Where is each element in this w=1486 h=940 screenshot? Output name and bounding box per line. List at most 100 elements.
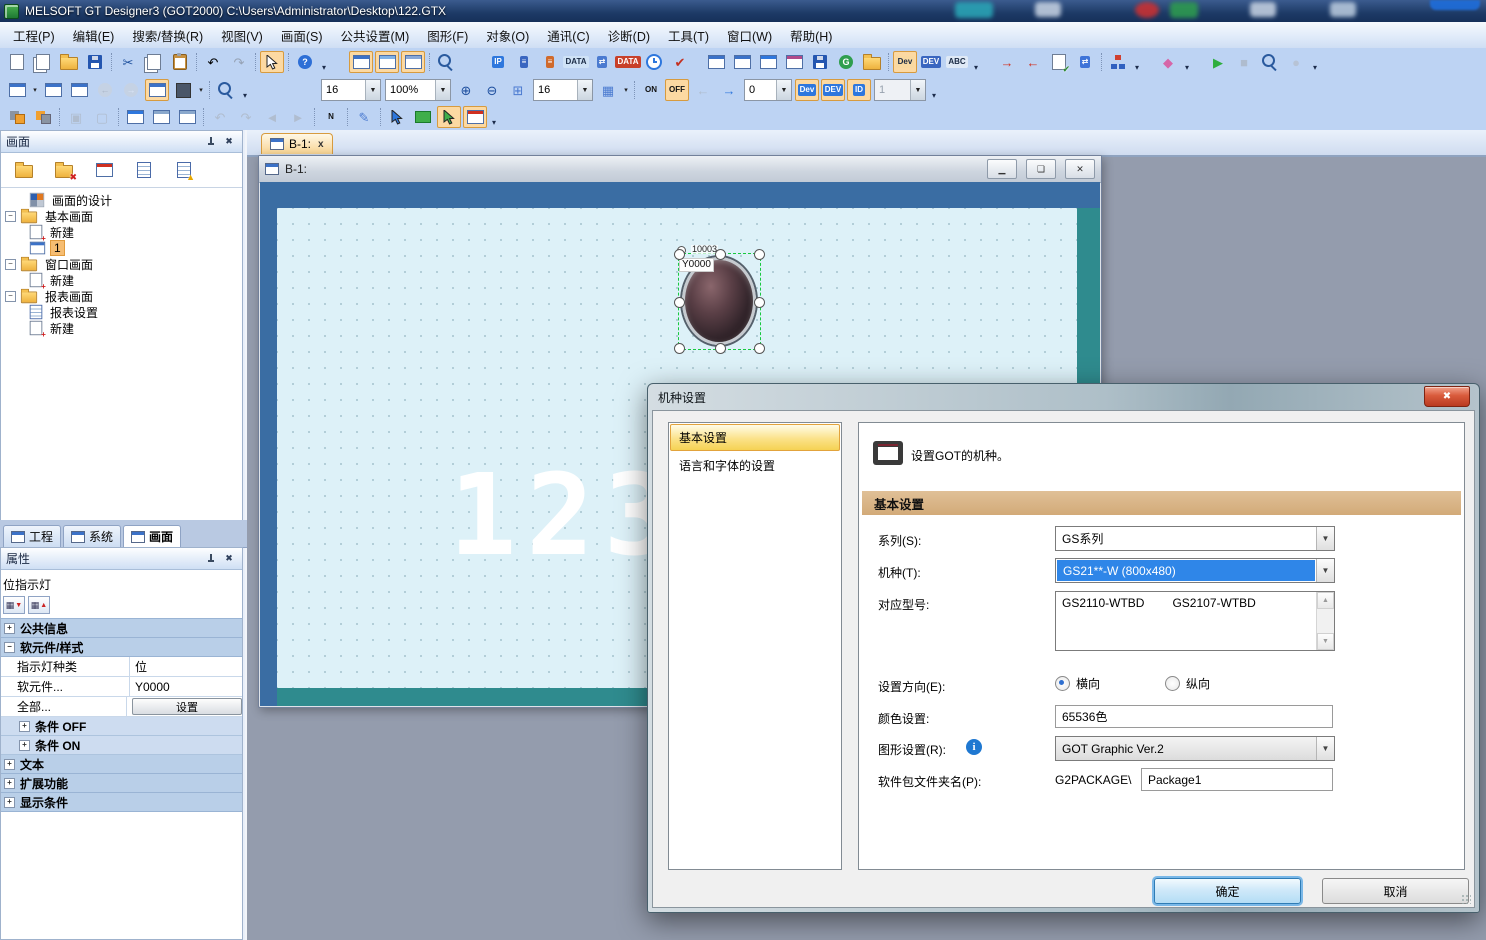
back-layer-icon[interactable]	[31, 106, 55, 128]
cancel-button[interactable]: 取消	[1322, 878, 1469, 904]
screen-property-icon[interactable]	[401, 51, 425, 73]
property-section-软元件/样式[interactable]: −软元件/样式	[1, 638, 242, 657]
menu-工具T[interactable]: 工具(T)	[659, 23, 718, 48]
expander-icon[interactable]: +	[19, 740, 30, 751]
dock-tab-系统[interactable]: 系统	[63, 525, 121, 547]
font-size-combo[interactable]: 16▼	[321, 79, 381, 101]
select-object-icon[interactable]	[411, 106, 435, 128]
nav-item-language-font[interactable]: 语言和字体的设置	[670, 452, 840, 479]
verify-got-icon[interactable]: ✔	[1047, 51, 1071, 73]
state-on-button[interactable]: ON	[639, 79, 663, 101]
property-section-公共信息[interactable]: +公共信息	[1, 619, 242, 638]
window-tile-icon[interactable]	[730, 51, 754, 73]
undo-icon[interactable]: ↶	[201, 51, 225, 73]
graphic-setting-combo[interactable]: GOT Graphic Ver.2 ▼	[1055, 736, 1335, 761]
screen-open-icon[interactable]	[41, 79, 65, 101]
menu-诊断D[interactable]: 诊断(D)	[599, 23, 659, 48]
dock-tab-画面[interactable]: 画面	[123, 525, 181, 547]
text-display-mode-icon[interactable]: ABC	[945, 51, 969, 73]
tree-item-新建[interactable]: +新建	[1, 272, 242, 288]
toolbar-overflow-icon[interactable]: ▾	[1132, 52, 1142, 72]
state-combo[interactable]: 0▼	[744, 79, 792, 101]
data-transfer-icon[interactable]: ⇄	[590, 51, 614, 73]
property-value[interactable]: Y0000	[130, 677, 242, 696]
toolbar-overflow-icon[interactable]: ▾	[929, 80, 939, 100]
simulator-settings-icon[interactable]	[1258, 51, 1282, 73]
resize-handle-n[interactable]	[715, 249, 726, 260]
radio-selected-icon[interactable]	[1055, 676, 1070, 691]
toolbar-overflow-icon[interactable]: ▾	[971, 52, 981, 72]
model-combo[interactable]: GS21**-W (800x480) ▼	[1055, 558, 1335, 583]
screen-image-icon[interactable]	[214, 79, 238, 101]
screen-preview-icon[interactable]	[145, 79, 169, 101]
tree-item-新建[interactable]: +新建	[1, 320, 242, 336]
label-display-button[interactable]: DEV	[821, 79, 845, 101]
delete-screen-icon[interactable]: ✖	[50, 157, 78, 183]
ip-address-list-icon[interactable]: IP	[486, 51, 510, 73]
dialog-titlebar[interactable]: 机种设置	[648, 384, 1479, 410]
screen-alarm-icon[interactable]: ▲	[170, 157, 198, 183]
compatible-models-list[interactable]: GS2110-WTBD GS2107-WTBD ▲ ▼	[1055, 591, 1335, 651]
device-display-mode-icon[interactable]: Dev	[893, 51, 917, 73]
device-use-list-icon[interactable]: ≡	[538, 51, 562, 73]
menu-视图V[interactable]: 视图(V)	[212, 23, 272, 48]
set-button[interactable]: 设置	[132, 698, 242, 715]
resize-handle-ne[interactable]	[754, 249, 765, 260]
property-value[interactable]: 设置	[127, 697, 242, 716]
expander-icon[interactable]: +	[4, 623, 15, 634]
tree-item-1[interactable]: 1	[1, 240, 242, 256]
radio-icon[interactable]	[1165, 676, 1180, 691]
library-icon[interactable]: G	[834, 51, 858, 73]
window-selection-icon[interactable]	[756, 51, 780, 73]
consecutive-copy-icon[interactable]	[123, 106, 147, 128]
ok-button[interactable]: 确定	[1154, 878, 1301, 904]
editor-window-titlebar[interactable]: B-1: ▁ ❏ ✕	[259, 156, 1101, 183]
expander-icon[interactable]: +	[4, 778, 15, 789]
property-section-条件 ON[interactable]: +条件 ON	[1, 736, 242, 755]
zoom-combo[interactable]: 100%▼	[385, 79, 451, 101]
tree-item-报表设置[interactable]: 报表设置	[1, 304, 242, 320]
close-button[interactable]: ✕	[1065, 159, 1095, 179]
resize-handle-nw[interactable]	[674, 249, 685, 260]
menu-搜索/替换R[interactable]: 搜索/替换(R)	[123, 23, 212, 48]
parts-folder-icon[interactable]	[860, 51, 884, 73]
menu-工程P[interactable]: 工程(P)	[4, 23, 64, 48]
paste-icon[interactable]	[168, 51, 192, 73]
property-section-显示条件[interactable]: +显示条件	[1, 793, 242, 812]
write-to-got-icon[interactable]: →	[995, 51, 1019, 73]
state-off-button[interactable]: OFF	[665, 79, 689, 101]
new-screen-icon[interactable]	[5, 79, 29, 101]
scroll-up-icon[interactable]: ▲	[1317, 592, 1334, 609]
new-base-screen-icon[interactable]	[349, 51, 373, 73]
zoom-fit-icon[interactable]: ⊞	[506, 79, 530, 101]
dropdown-arrow-icon[interactable]: ▾	[30, 86, 40, 94]
property-row-全部...[interactable]: 全部...设置	[1, 697, 242, 717]
toolbar-overflow-icon[interactable]: ▾	[319, 52, 329, 72]
tree-expander-icon[interactable]: −	[5, 211, 16, 222]
tree-item-窗口画面[interactable]: −窗口画面	[1, 256, 242, 272]
scrollbar[interactable]: ▲ ▼	[1316, 592, 1334, 650]
property-value[interactable]: 位	[130, 657, 242, 676]
save-project-icon[interactable]	[83, 51, 107, 73]
screen-comment-icon[interactable]	[130, 157, 158, 183]
property-section-文本[interactable]: +文本	[1, 755, 242, 774]
property-section-条件 OFF[interactable]: +条件 OFF	[1, 717, 242, 736]
menu-图形F[interactable]: 图形(F)	[418, 23, 477, 48]
tree-expander-icon[interactable]: −	[5, 259, 16, 270]
new-project-icon[interactable]	[5, 51, 29, 73]
orientation-vertical-option[interactable]: 纵向	[1165, 675, 1210, 692]
chevron-down-icon[interactable]: ▼	[1316, 737, 1334, 760]
select-mode-icon[interactable]	[260, 51, 284, 73]
resize-grip[interactable]	[1461, 894, 1471, 904]
screen-close-icon[interactable]	[67, 79, 91, 101]
window-save-icon[interactable]	[808, 51, 832, 73]
dock-tab-工程[interactable]: 工程	[3, 525, 61, 547]
copy-offset-icon[interactable]	[149, 106, 173, 128]
expander-icon[interactable]: −	[4, 642, 15, 653]
front-layer-icon[interactable]	[5, 106, 29, 128]
help-icon[interactable]: ?	[293, 51, 317, 73]
state-next-icon[interactable]: →	[717, 79, 741, 101]
menu-帮助H[interactable]: 帮助(H)	[781, 23, 841, 48]
time-data-icon[interactable]	[642, 51, 666, 73]
device-list-icon[interactable]: ≡	[512, 51, 536, 73]
